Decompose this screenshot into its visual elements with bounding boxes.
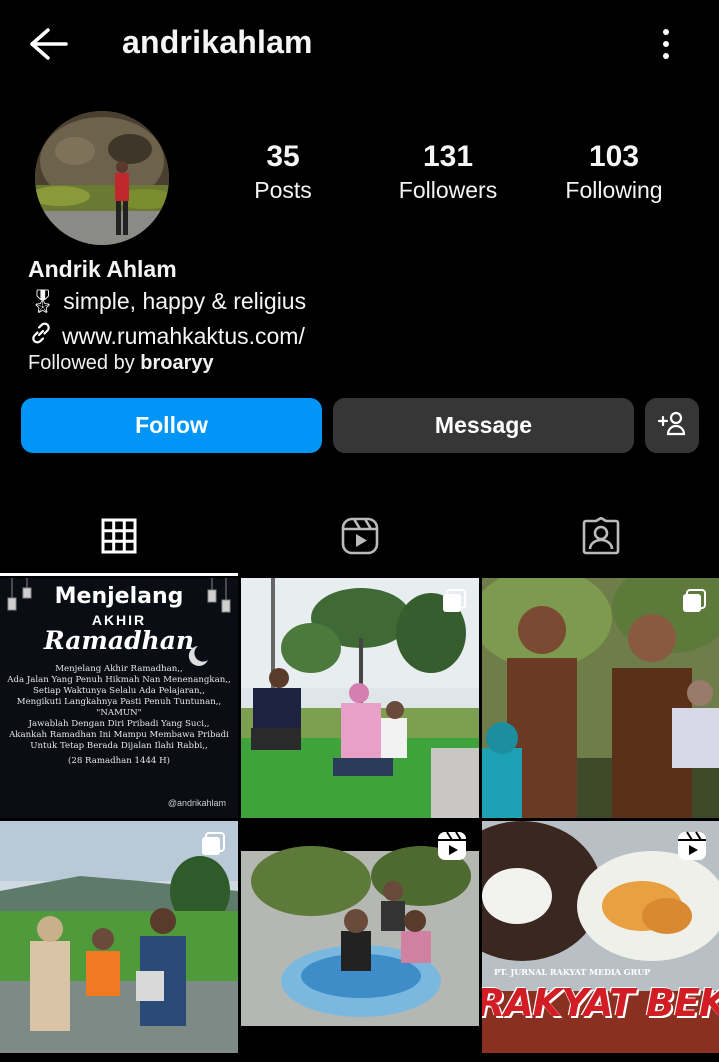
post-line: (28 Ramadhan 1444 H) xyxy=(68,756,170,766)
stat-following[interactable]: 103 Following xyxy=(539,140,689,206)
post-title-1: Menjelang xyxy=(54,584,184,609)
tab-posts[interactable] xyxy=(0,500,238,576)
post-tile[interactable] xyxy=(0,821,238,1053)
post-line: Setiap Waktunya Selalu Ada Pelajaran,, xyxy=(33,686,205,696)
link-text: www.rumahkaktus.com/ xyxy=(62,322,305,349)
followed-by-user: broaryy xyxy=(140,352,214,374)
message-button[interactable]: Message xyxy=(333,398,634,453)
carousel-icon xyxy=(200,831,226,857)
followers-count: 131 xyxy=(422,140,474,173)
post-tile[interactable] xyxy=(241,578,479,818)
tab-tagged[interactable] xyxy=(482,500,719,576)
grid-icon xyxy=(101,518,137,559)
bio: 🎖 simple, happy & religius xyxy=(28,288,306,315)
post-tile[interactable] xyxy=(241,821,479,1053)
posts-count: 35 xyxy=(266,140,300,173)
bio-text: simple, happy & religius xyxy=(63,288,307,314)
reels-icon xyxy=(341,517,379,560)
post-tile[interactable]: Menjelang AKHIR Ramadhan Menjelang Akhir… xyxy=(0,578,238,818)
post-line: Akankah Ramadhan Ini Mampu Membawa Priba… xyxy=(9,730,229,740)
reel-icon xyxy=(677,831,707,861)
reel-icon xyxy=(437,831,467,861)
post-tile[interactable] xyxy=(482,578,719,818)
follow-button[interactable]: Follow xyxy=(21,398,322,453)
post-title-3: Ramadhan xyxy=(43,626,195,655)
profile-username: andrikahlam xyxy=(122,24,313,60)
tab-reels[interactable] xyxy=(241,500,479,576)
followed-by-prefix: Followed by xyxy=(28,352,141,374)
banner-small-text: PT. JURNAL RAKYAT MEDIA GRUP xyxy=(494,967,651,977)
post-line: "NAMUN" xyxy=(96,708,142,718)
link-icon xyxy=(28,320,54,352)
post-handle: @andrikahlam xyxy=(167,798,226,808)
more-options-icon[interactable] xyxy=(652,26,680,62)
top-bar: andrikahlam xyxy=(0,0,719,88)
post-line: Menjelang Akhir Ramadhan,, xyxy=(55,664,183,674)
stat-posts[interactable]: 35 Posts xyxy=(208,140,358,206)
following-label: Following xyxy=(565,176,663,203)
profile-link[interactable]: www.rumahkaktus.com/ xyxy=(28,320,305,352)
carousel-icon xyxy=(681,588,707,614)
carousel-icon xyxy=(441,588,467,614)
followers-label: Followers xyxy=(398,176,498,203)
post-body: Menjelang Akhir Ramadhan,, Ada Jalan Yan… xyxy=(0,664,238,767)
profile-tabs xyxy=(0,500,719,576)
stat-followers[interactable]: 131 Followers xyxy=(373,140,523,206)
medal-icon: 🎖 xyxy=(28,288,58,314)
post-line: Mengikuti Langkahnya Pasti Penuh Tuntuna… xyxy=(16,697,222,707)
post-line: Ada Jalan Yang Penuh Hikmah Nan Menenang… xyxy=(7,675,231,685)
post-line: Jawablah Dengan Diri Pribadi Yang Suci,, xyxy=(28,719,210,729)
back-arrow-icon[interactable] xyxy=(26,24,68,64)
suggested-users-button[interactable] xyxy=(645,398,699,453)
followed-by[interactable]: Followed by broaryy xyxy=(28,352,214,375)
following-count: 103 xyxy=(588,140,640,173)
post-line: Untuk Tetap Berada Dijalan Ilahi Rabbi,, xyxy=(30,741,208,751)
posts-label: Posts xyxy=(254,176,312,203)
add-user-icon xyxy=(657,410,687,442)
banner-text: RAKYAT BEKASI xyxy=(482,981,719,1025)
tagged-icon xyxy=(582,515,620,560)
display-name: Andrik Ahlam xyxy=(28,256,177,282)
post-tile[interactable]: PT. JURNAL RAKYAT MEDIA GRUP RAKYAT BEKA… xyxy=(482,821,719,1053)
avatar[interactable] xyxy=(35,111,169,245)
